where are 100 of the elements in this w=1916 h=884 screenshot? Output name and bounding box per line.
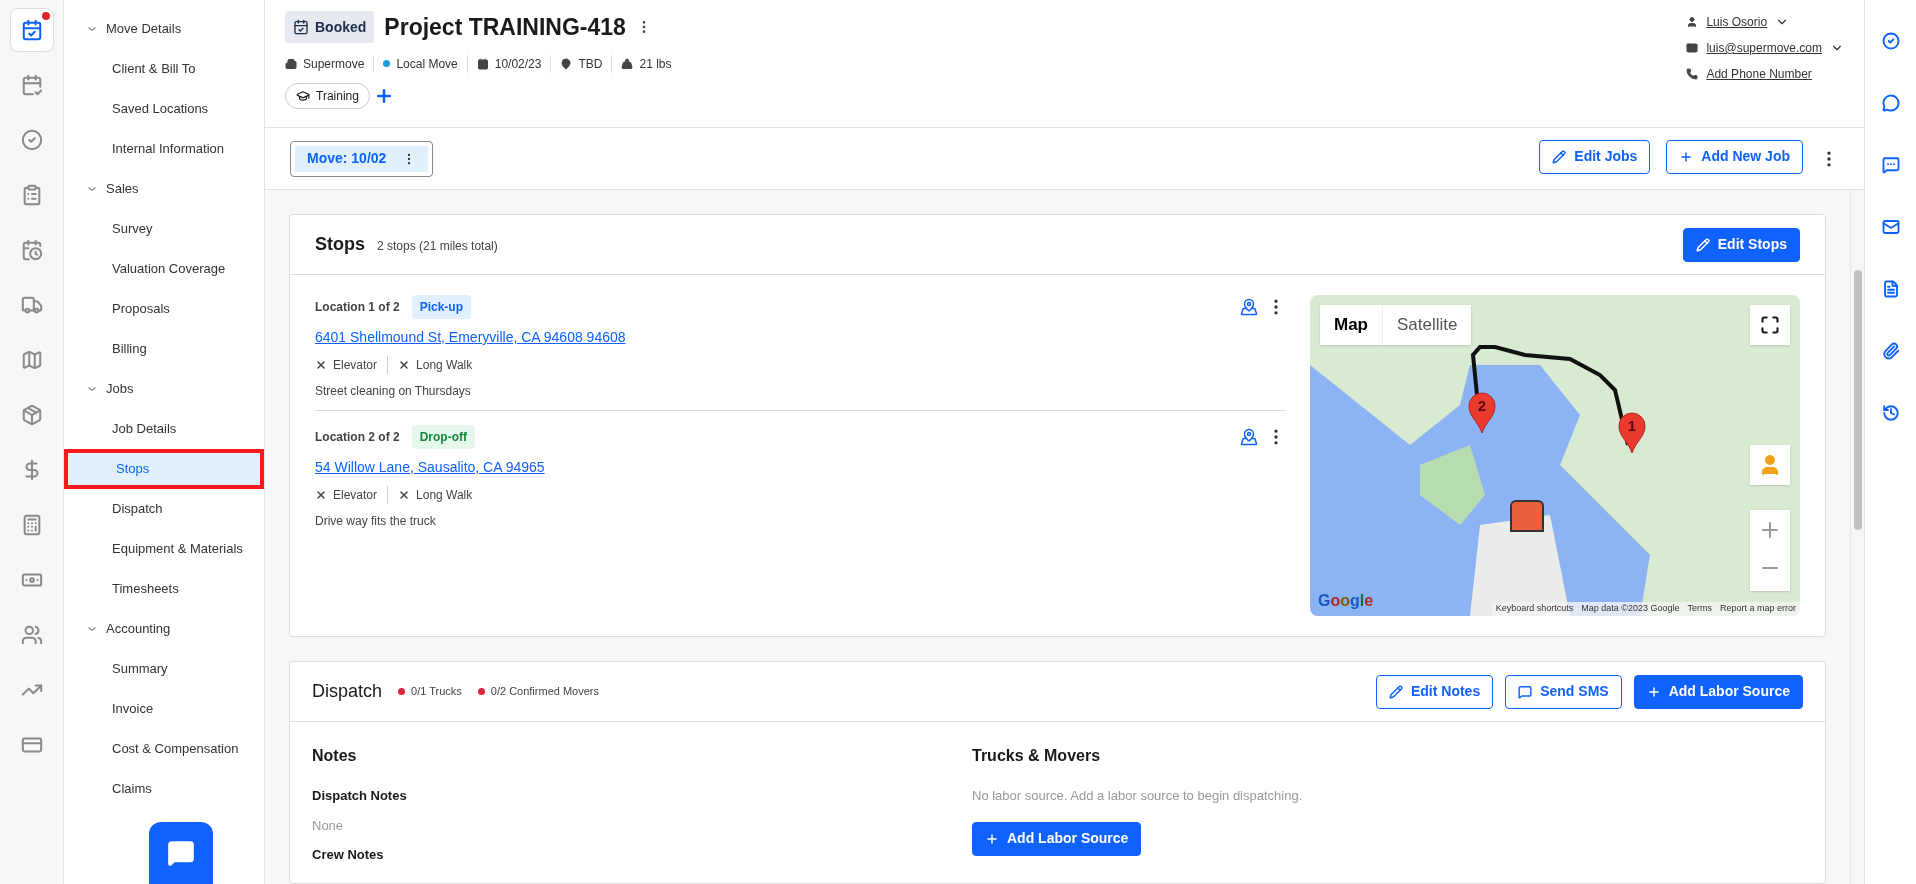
contact-link[interactable]: Add Phone Number bbox=[1706, 65, 1812, 83]
nav-item[interactable]: Timesheets bbox=[64, 569, 264, 609]
location-heading: Location 1 of 2 bbox=[315, 299, 400, 316]
map-icon bbox=[20, 349, 43, 371]
nav-item[interactable]: Equipment & Materials bbox=[64, 529, 264, 569]
calendar-clock-icon bbox=[20, 239, 43, 261]
nav-item[interactable]: Summary bbox=[64, 649, 264, 689]
action-button[interactable]: Add Labor Source bbox=[1633, 674, 1803, 709]
nav-item[interactable]: Stops bbox=[64, 449, 264, 489]
location-heading: Location 2 of 2 bbox=[315, 429, 400, 446]
stop-note: Street cleaning on Thursdays bbox=[315, 383, 472, 400]
nav-group[interactable]: Sales bbox=[64, 169, 139, 209]
sms-icon bbox=[1881, 156, 1900, 174]
side-tool-button[interactable] bbox=[1881, 156, 1900, 174]
scrollbar-thumb[interactable] bbox=[1853, 270, 1862, 530]
nav-item[interactable]: Claims bbox=[64, 769, 264, 809]
attribute-label: Long Walk bbox=[416, 487, 473, 504]
map-footer-link[interactable]: Report a map error bbox=[1715, 602, 1800, 616]
map-icon[interactable] bbox=[1240, 428, 1258, 446]
empty-message: No labor source. Add a labor source to begin dispatching. bbox=[972, 787, 1303, 805]
map-footer-link[interactable]: Terms bbox=[1683, 602, 1716, 616]
chat-icon bbox=[167, 839, 195, 867]
card-title: Dispatch bbox=[312, 680, 383, 703]
nav-item[interactable]: Valuation Coverage bbox=[64, 249, 264, 289]
history-icon bbox=[1881, 404, 1900, 422]
map-icon[interactable] bbox=[1240, 298, 1258, 316]
address-link[interactable]: 6401 Shellmound St, Emeryville, CA 94608 94608 bbox=[315, 327, 626, 348]
nav-group[interactable]: Move Details bbox=[64, 9, 182, 49]
map-footer-link[interactable]: Keyboard shortcuts bbox=[1491, 602, 1578, 616]
map-footer-link[interactable]: Map data ©2023 Google bbox=[1577, 602, 1684, 616]
warehouse-icon bbox=[1510, 500, 1544, 532]
calendar-check-icon bbox=[20, 19, 43, 41]
note-value: None bbox=[312, 816, 345, 835]
meta-text: TBD bbox=[578, 55, 603, 73]
action-button[interactable]: Add Labor Source bbox=[972, 821, 1142, 856]
pin-icon bbox=[560, 57, 573, 70]
action-button[interactable]: Add New Job bbox=[1666, 139, 1803, 174]
card-title: Stops bbox=[315, 233, 365, 256]
meta-text: Supermove bbox=[303, 55, 365, 73]
count-text: 0/2 Confirmed Movers bbox=[490, 684, 599, 700]
meta-text: Local Move bbox=[396, 55, 458, 73]
job-tab[interactable]: Move: 10/02 bbox=[290, 140, 434, 177]
meta-text: 21 lbs bbox=[639, 55, 672, 73]
action-button[interactable]: Edit Jobs bbox=[1539, 139, 1651, 174]
plus-icon bbox=[985, 831, 999, 846]
plus-icon bbox=[1679, 149, 1694, 164]
note-label: Crew Notes bbox=[312, 846, 385, 864]
nav-item[interactable]: Client & Bill To bbox=[64, 49, 264, 89]
section-title: Trucks & Movers bbox=[972, 746, 1101, 766]
note-label: Dispatch Notes bbox=[312, 787, 408, 805]
truck-icon bbox=[20, 294, 43, 316]
rail-button[interactable] bbox=[9, 8, 54, 52]
map-logo: Google bbox=[1318, 591, 1374, 611]
status-badge: Booked bbox=[285, 11, 375, 44]
check-circle-icon bbox=[1881, 32, 1900, 50]
nav-item[interactable]: Job Details bbox=[64, 409, 264, 449]
side-tool-button[interactable] bbox=[1881, 32, 1900, 50]
attribute-label: Long Walk bbox=[416, 357, 473, 374]
nav-item[interactable]: Survey bbox=[64, 209, 264, 249]
user-icon bbox=[1686, 16, 1699, 28]
pencil-icon bbox=[1388, 684, 1403, 699]
chat-bubble-icon bbox=[1881, 94, 1900, 112]
fullscreen-icon bbox=[1760, 315, 1780, 335]
nav-item[interactable]: Cost & Compensation bbox=[64, 729, 264, 769]
nav-item[interactable]: Billing bbox=[64, 329, 264, 369]
chat-icon bbox=[1518, 684, 1533, 699]
count-text: 0/1 Trucks bbox=[411, 684, 462, 700]
nav-item[interactable]: Internal Information bbox=[64, 129, 264, 169]
pencil-icon bbox=[1552, 149, 1567, 164]
action-button[interactable]: Edit Notes bbox=[1375, 674, 1494, 709]
graduation-cap-icon bbox=[296, 88, 310, 103]
nav-item[interactable]: Dispatch bbox=[64, 489, 264, 529]
nav-item[interactable]: Invoice bbox=[64, 689, 264, 729]
map-type-tab[interactable]: Map bbox=[1320, 305, 1382, 345]
weight-icon bbox=[621, 57, 634, 70]
side-tool-button[interactable] bbox=[1881, 94, 1900, 112]
nav-group[interactable]: Jobs bbox=[64, 369, 134, 409]
meta-text: 10/02/23 bbox=[494, 55, 542, 73]
action-button[interactable]: Edit Stops bbox=[1682, 227, 1800, 262]
document-icon bbox=[1881, 280, 1900, 298]
action-button[interactable]: Send SMS bbox=[1505, 674, 1622, 709]
users-icon bbox=[20, 624, 43, 646]
nav-group[interactable]: Accounting bbox=[64, 609, 171, 649]
contact-link[interactable]: Luis Osorio bbox=[1706, 13, 1768, 31]
side-tool-button[interactable] bbox=[1881, 280, 1900, 298]
plus-icon bbox=[1646, 684, 1661, 699]
section-title: Notes bbox=[312, 746, 358, 766]
stop-type-badge: Pick-up bbox=[411, 295, 472, 319]
side-tool-button[interactable] bbox=[1881, 404, 1900, 422]
calendar-check-icon bbox=[293, 19, 309, 36]
chat-button[interactable] bbox=[149, 822, 213, 884]
project-title: Project TRAINING-418 bbox=[384, 13, 626, 42]
fullscreen-button[interactable] bbox=[1750, 305, 1790, 345]
contact-link[interactable]: luis@supermove.com bbox=[1706, 39, 1822, 57]
map-type-tab[interactable]: Satellite bbox=[1382, 305, 1472, 345]
nav-item[interactable]: Saved Locations bbox=[64, 89, 264, 129]
address-link[interactable]: 54 Willow Lane, Sausalito, CA 94965 bbox=[315, 457, 545, 478]
nav-item[interactable]: Proposals bbox=[64, 289, 264, 329]
calendar-check-icon bbox=[20, 74, 43, 96]
side-tool-button[interactable] bbox=[1881, 342, 1900, 360]
